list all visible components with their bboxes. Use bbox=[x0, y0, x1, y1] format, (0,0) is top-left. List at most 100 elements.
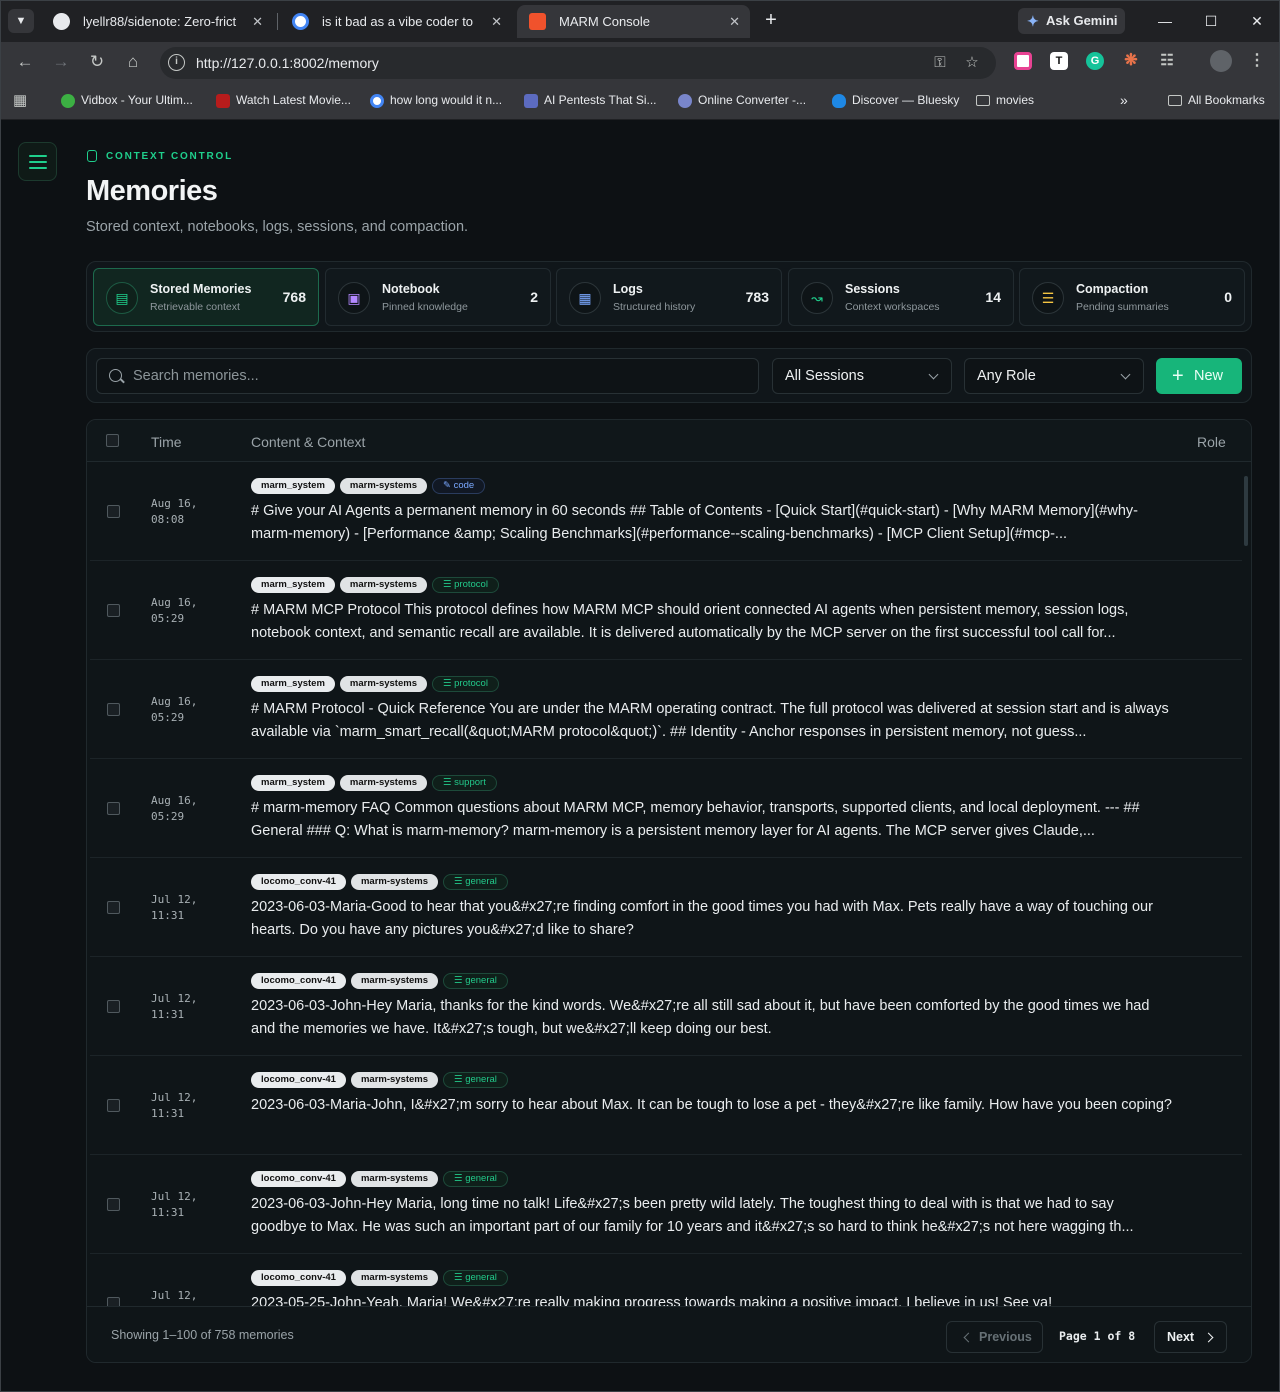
previous-page-button[interactable]: Previous bbox=[946, 1321, 1043, 1353]
sidebar-menu-button[interactable] bbox=[18, 142, 57, 181]
next-page-button[interactable]: Next bbox=[1154, 1321, 1227, 1353]
back-icon[interactable]: ← bbox=[13, 50, 37, 74]
row-checkbox[interactable] bbox=[107, 1099, 120, 1112]
type-tag[interactable]: ☰ general bbox=[443, 973, 508, 989]
group-tag[interactable]: marm-systems bbox=[350, 973, 439, 989]
session-tag[interactable]: locomo_conv-41 bbox=[251, 1171, 346, 1187]
maximize-icon[interactable]: ☐ bbox=[1198, 9, 1224, 33]
row-checkbox[interactable] bbox=[107, 505, 120, 518]
table-row[interactable]: Jul 12, 11:31locomo_conv-41marm-systems☰… bbox=[90, 858, 1242, 957]
bookmark-bluesky[interactable]: Discover — Bluesky bbox=[832, 82, 959, 119]
column-header-role[interactable]: Role bbox=[1197, 434, 1226, 450]
type-tag[interactable]: ☰ protocol bbox=[431, 577, 499, 593]
select-all-checkbox[interactable] bbox=[106, 434, 119, 447]
table-row[interactable]: Aug 16, 05:29 marm_system marm-systems ☰ pr… bbox=[90, 561, 1242, 660]
close-tab-icon[interactable]: ✕ bbox=[252, 5, 263, 38]
search-box[interactable] bbox=[96, 358, 759, 394]
group-tag[interactable]: marm-systems bbox=[350, 1072, 439, 1088]
table-row[interactable]: Aug 16, 08:08 marm_system marm-systems ✎ co… bbox=[90, 462, 1242, 561]
claude-icon[interactable]: ❋ bbox=[1122, 52, 1140, 70]
new-memory-button[interactable]: + New bbox=[1156, 358, 1242, 394]
new-tab-icon[interactable]: + bbox=[759, 9, 783, 33]
address-bar[interactable]: i http://127.0.0.1:8002/memory ⚿ ☆ bbox=[160, 47, 996, 79]
stat-card-stored-memories[interactable]: ▤ Stored Memories Retrievable context 76… bbox=[93, 268, 319, 326]
role-select[interactable]: Any Role bbox=[964, 358, 1144, 394]
type-tag[interactable]: ☰ general bbox=[443, 874, 508, 890]
table-row[interactable]: Jul 12, 11:31locomo_conv-41marm-systems☰… bbox=[90, 1056, 1242, 1155]
group-tag[interactable]: marm-systems bbox=[339, 775, 427, 791]
type-tag[interactable]: ☰ general bbox=[443, 1270, 508, 1286]
type-tag[interactable]: ☰ support bbox=[431, 775, 497, 791]
row-content[interactable]: 2023-05-25-John-Yeah, Maria! We&#x27;re … bbox=[251, 1292, 1173, 1306]
tab-marm-console[interactable]: MARM Console ✕ bbox=[517, 5, 750, 38]
minimize-icon[interactable]: — bbox=[1152, 9, 1178, 33]
table-row[interactable]: Jul 12, 11:31locomo_conv-41marm-systems☰… bbox=[90, 1155, 1242, 1254]
tab-google-search[interactable]: is it bad as a vibe coder to stick ✕ bbox=[280, 5, 512, 38]
row-content[interactable]: 2023-06-03-Maria-Good to hear that you&#… bbox=[251, 896, 1173, 942]
session-tag[interactable]: marm_system bbox=[251, 577, 335, 593]
column-header-content[interactable]: Content & Context bbox=[251, 434, 365, 450]
row-content[interactable]: 2023-06-03-John-Hey Maria, thanks for th… bbox=[251, 995, 1173, 1041]
row-checkbox[interactable] bbox=[107, 1000, 120, 1013]
close-tab-icon[interactable]: ✕ bbox=[491, 5, 502, 38]
stat-card-compaction[interactable]: ☰ Compaction Pending summaries 0 bbox=[1019, 268, 1245, 326]
reload-icon[interactable]: ↻ bbox=[85, 50, 109, 74]
bookmark-ai-pentests[interactable]: AI Pentests That Si... bbox=[524, 82, 657, 119]
ask-gemini-button[interactable]: ✦ Ask Gemini bbox=[1018, 8, 1125, 34]
bookmark-movies-site[interactable]: Watch Latest Movie... bbox=[216, 82, 351, 119]
table-row[interactable]: Jul 12, 11:31locomo_conv-41marm-systems☰… bbox=[90, 957, 1242, 1056]
type-tag[interactable]: ☰ protocol bbox=[431, 676, 499, 692]
stat-card-sessions[interactable]: ↝ Sessions Context workspaces 14 bbox=[788, 268, 1014, 326]
row-content[interactable]: # Give your AI Agents a permanent memory… bbox=[251, 500, 1173, 546]
row-content[interactable]: # MARM Protocol - Quick Reference You ar… bbox=[251, 698, 1173, 744]
more-bookmarks-icon[interactable]: » bbox=[1120, 82, 1128, 119]
home-icon[interactable]: ⌂ bbox=[121, 50, 145, 74]
session-tag[interactable]: locomo_conv-41 bbox=[251, 1270, 346, 1286]
session-tag[interactable]: marm_system bbox=[251, 775, 335, 791]
row-content[interactable]: 2023-06-03-Maria-John, I&#x27;m sorry to… bbox=[251, 1094, 1173, 1117]
row-checkbox[interactable] bbox=[107, 901, 120, 914]
extensions-puzzle-icon[interactable]: ☷ bbox=[1158, 52, 1176, 70]
close-window-icon[interactable]: ✕ bbox=[1244, 9, 1270, 33]
apps-grid-icon[interactable]: ▦ bbox=[13, 82, 27, 119]
table-row[interactable]: Aug 16, 05:29 marm_system marm-systems ☰ su… bbox=[90, 759, 1242, 858]
tab-search-icon[interactable]: ▼ bbox=[8, 9, 34, 33]
extension-t-icon[interactable]: T bbox=[1050, 52, 1068, 70]
group-tag[interactable]: marm-systems bbox=[350, 874, 439, 890]
stat-card-notebook[interactable]: ▣ Notebook Pinned knowledge 2 bbox=[325, 268, 551, 326]
table-row[interactable]: Aug 16, 05:29 marm_system marm-systems ☰ pr… bbox=[90, 660, 1242, 759]
group-tag[interactable]: marm-systems bbox=[350, 1270, 439, 1286]
session-select[interactable]: All Sessions bbox=[772, 358, 952, 394]
row-content[interactable]: # marm-memory FAQ Common questions about… bbox=[251, 797, 1173, 843]
bookmark-online-converter[interactable]: Online Converter -... bbox=[678, 82, 806, 119]
row-checkbox[interactable] bbox=[107, 1297, 120, 1306]
group-tag[interactable]: marm-systems bbox=[339, 577, 427, 593]
bookmark-google[interactable]: how long would it n... bbox=[370, 82, 502, 119]
table-row[interactable]: Jul 12, 11:31locomo_conv-41marm-systems☰… bbox=[90, 1254, 1242, 1306]
type-tag[interactable]: ✎ code bbox=[431, 478, 486, 494]
all-bookmarks[interactable]: All Bookmarks bbox=[1168, 82, 1265, 119]
extension-circle-icon[interactable] bbox=[1014, 52, 1032, 70]
url-text[interactable]: http://127.0.0.1:8002/memory bbox=[196, 47, 379, 79]
row-content[interactable]: 2023-06-03-John-Hey Maria, long time no … bbox=[251, 1193, 1173, 1239]
bookmark-vidbox[interactable]: Vidbox - Your Ultim... bbox=[61, 82, 193, 119]
forward-icon[interactable]: → bbox=[49, 50, 73, 74]
bookmark-folder-movies[interactable]: movies bbox=[976, 82, 1034, 119]
row-checkbox[interactable] bbox=[107, 1198, 120, 1211]
group-tag[interactable]: marm-systems bbox=[339, 478, 427, 494]
profile-avatar[interactable] bbox=[1210, 50, 1232, 72]
tab-github[interactable]: lyellr88/sidenote: Zero-friction ✕ bbox=[41, 5, 273, 38]
bookmark-star-icon[interactable]: ☆ bbox=[960, 51, 984, 75]
close-tab-icon[interactable]: ✕ bbox=[729, 5, 740, 38]
group-tag[interactable]: marm-systems bbox=[350, 1171, 439, 1187]
session-tag[interactable]: locomo_conv-41 bbox=[251, 973, 346, 989]
search-input[interactable] bbox=[133, 359, 743, 393]
stat-card-logs[interactable]: ▦ Logs Structured history 783 bbox=[556, 268, 782, 326]
row-checkbox[interactable] bbox=[107, 703, 120, 716]
grammarly-icon[interactable]: G bbox=[1086, 52, 1104, 70]
session-tag[interactable]: locomo_conv-41 bbox=[251, 874, 346, 890]
column-header-time[interactable]: Time bbox=[151, 434, 182, 450]
password-key-icon[interactable]: ⚿ bbox=[928, 51, 952, 75]
table-scrollbar[interactable] bbox=[1244, 476, 1248, 546]
row-checkbox[interactable] bbox=[107, 802, 120, 815]
